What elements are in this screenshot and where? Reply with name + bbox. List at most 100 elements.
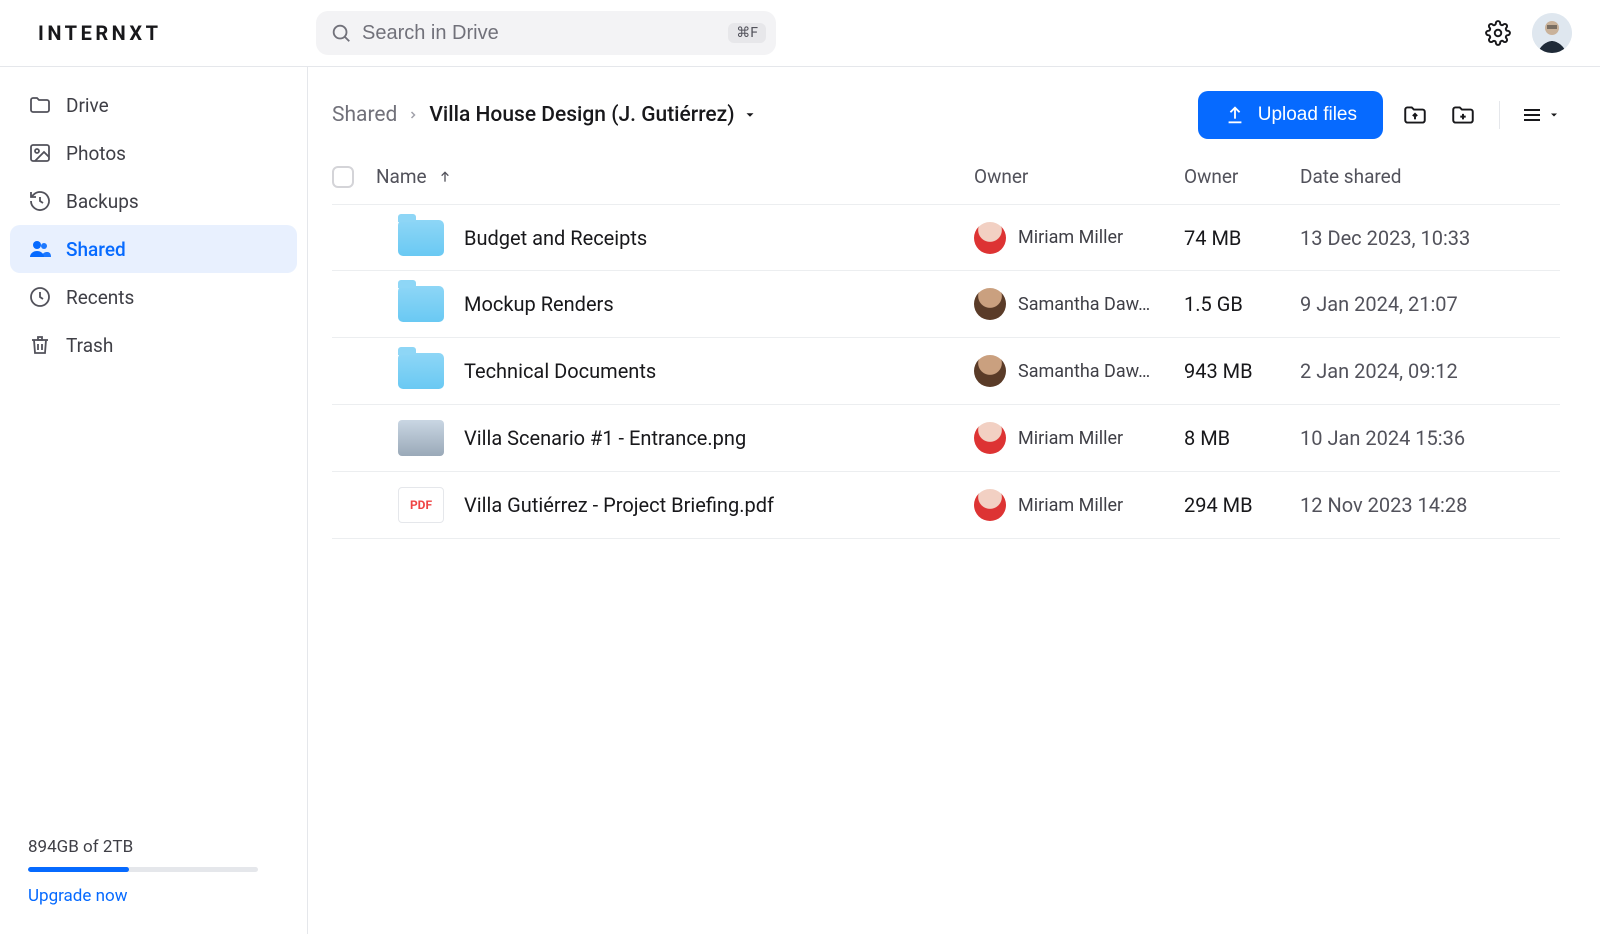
folder-icon — [28, 93, 52, 117]
owner-name: Miriam Miller — [1018, 227, 1123, 248]
list-view-icon — [1520, 103, 1544, 127]
nav-item-recents[interactable]: Recents — [10, 273, 297, 321]
owner-avatar — [974, 489, 1006, 521]
gear-icon — [1485, 20, 1511, 46]
file-name-cell: Technical Documents — [398, 353, 974, 389]
storage-text: 894GB of 2TB — [28, 837, 279, 857]
nav-label: Drive — [66, 94, 109, 117]
file-name-cell: Villa Scenario #1 - Entrance.png — [398, 420, 974, 456]
search-container: ⌘F — [316, 11, 776, 55]
size-cell: 1.5 GB — [1184, 292, 1300, 316]
owner-cell: Samantha Daw… — [974, 288, 1184, 320]
size-cell: 74 MB — [1184, 226, 1300, 250]
date-cell: 12 Nov 2023 14:28 — [1300, 493, 1560, 517]
owner-cell: Miriam Miller — [974, 422, 1184, 454]
content-toolbar: Shared Villa House Design (J. Gutiérrez)… — [332, 91, 1560, 139]
folder-icon — [398, 353, 444, 389]
date-cell: 10 Jan 2024 15:36 — [1300, 426, 1560, 450]
trash-icon — [28, 333, 52, 357]
owner-name: Miriam Miller — [1018, 428, 1123, 449]
folder-upload-icon — [1402, 102, 1428, 128]
file-name: Budget and Receipts — [464, 226, 647, 250]
file-name: Villa Gutiérrez - Project Briefing.pdf — [464, 493, 774, 517]
nav-item-photos[interactable]: Photos — [10, 129, 297, 177]
owner-name: Samantha Daw… — [1018, 294, 1150, 315]
chevron-right-icon — [407, 103, 419, 127]
upload-icon — [1224, 104, 1246, 126]
toolbar-divider — [1499, 101, 1500, 129]
settings-button[interactable] — [1484, 19, 1512, 47]
nav-item-backups[interactable]: Backups — [10, 177, 297, 225]
date-cell: 9 Jan 2024, 21:07 — [1300, 292, 1560, 316]
column-name-header[interactable]: Name — [376, 165, 974, 188]
avatar-icon — [1532, 13, 1572, 53]
topbar-actions — [1484, 13, 1572, 53]
breadcrumb-root[interactable]: Shared — [332, 103, 397, 127]
column-owner-header[interactable]: Owner — [974, 165, 1184, 188]
storage-fill — [28, 867, 129, 872]
pdf-icon: PDF — [398, 487, 444, 523]
search-icon — [330, 22, 352, 44]
file-rows: Budget and Receipts Miriam Miller 74 MB13 … — [332, 204, 1560, 539]
history-icon — [28, 189, 52, 213]
owner-cell: Samantha Daw… — [974, 355, 1184, 387]
column-name-label: Name — [376, 165, 427, 188]
file-name-cell: Budget and Receipts — [398, 220, 974, 256]
image-thumbnail — [398, 420, 444, 456]
sidebar-footer: 894GB of 2TB Upgrade now — [10, 837, 297, 914]
upload-to-folder-button[interactable] — [1399, 99, 1431, 131]
upload-button-label: Upload files — [1258, 104, 1357, 126]
nav-item-trash[interactable]: Trash — [10, 321, 297, 369]
nav-label: Backups — [66, 190, 139, 213]
breadcrumb-current-label: Villa House Design (J. Gutiérrez) — [429, 103, 734, 127]
nav-label: Trash — [66, 334, 113, 357]
upload-button[interactable]: Upload files — [1198, 91, 1383, 139]
breadcrumb-current[interactable]: Villa House Design (J. Gutiérrez) — [429, 103, 756, 127]
file-row[interactable]: PDF Villa Gutiérrez - Project Briefing.pd… — [332, 472, 1560, 539]
search-input-wrap[interactable]: ⌘F — [316, 11, 776, 55]
view-toggle[interactable] — [1520, 103, 1560, 127]
image-icon — [28, 141, 52, 165]
owner-cell: Miriam Miller — [974, 489, 1184, 521]
file-name-cell: PDF Villa Gutiérrez - Project Briefing.pd… — [398, 487, 974, 523]
new-folder-button[interactable] — [1447, 99, 1479, 131]
storage-bar — [28, 867, 258, 872]
file-name: Villa Scenario #1 - Entrance.png — [464, 426, 746, 450]
file-row[interactable]: Budget and Receipts Miriam Miller 74 MB13 … — [332, 204, 1560, 271]
column-date-header[interactable]: Date shared — [1300, 165, 1560, 188]
file-row[interactable]: Mockup Renders Samantha Daw… 1.5 GB9 Jan 2… — [332, 271, 1560, 338]
nav-label: Recents — [66, 286, 134, 309]
sort-asc-icon — [437, 169, 453, 185]
topbar: INTERNXT ⌘F — [0, 0, 1600, 67]
file-name: Mockup Renders — [464, 292, 614, 316]
owner-avatar — [974, 288, 1006, 320]
date-cell: 13 Dec 2023, 10:33 — [1300, 226, 1560, 250]
folder-icon — [398, 220, 444, 256]
users-icon — [28, 237, 52, 261]
owner-avatar — [974, 355, 1006, 387]
upgrade-link[interactable]: Upgrade now — [28, 886, 279, 906]
file-row[interactable]: Villa Scenario #1 - Entrance.png Miriam M… — [332, 405, 1560, 472]
owner-name: Samantha Daw… — [1018, 361, 1150, 382]
search-input[interactable] — [362, 22, 718, 45]
owner-avatar — [974, 222, 1006, 254]
app-logo: INTERNXT — [38, 21, 278, 45]
search-shortcut: ⌘F — [728, 23, 766, 43]
breadcrumb: Shared Villa House Design (J. Gutiérrez) — [332, 103, 757, 127]
size-cell: 8 MB — [1184, 426, 1300, 450]
nav-label: Shared — [66, 238, 126, 261]
file-row[interactable]: Technical DocumentsSamantha Daw…943 MB2 … — [332, 338, 1560, 405]
select-all-checkbox[interactable] — [332, 166, 354, 188]
table-header: Name Owner Owner Date shared — [332, 165, 1560, 204]
nav-item-shared[interactable]: Shared — [10, 225, 297, 273]
owner-cell: Miriam Miller — [974, 222, 1184, 254]
main-content: Shared Villa House Design (J. Gutiérrez)… — [308, 67, 1600, 934]
column-size-header[interactable]: Owner — [1184, 165, 1300, 188]
profile-avatar[interactable] — [1532, 13, 1572, 53]
size-cell: 294 MB — [1184, 493, 1300, 517]
file-name: Technical Documents — [464, 359, 656, 383]
caret-down-icon — [743, 108, 757, 122]
nav-item-drive[interactable]: Drive — [10, 81, 297, 129]
date-cell: 2 Jan 2024, 09:12 — [1300, 359, 1560, 383]
sidebar: Drive Photos Backups Shared Recents Tras… — [0, 67, 308, 934]
